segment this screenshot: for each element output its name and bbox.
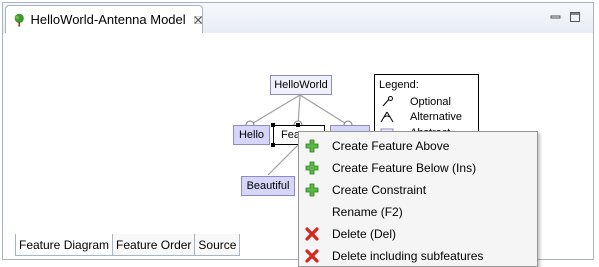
selection-handle[interactable] xyxy=(271,143,275,147)
feature-node-hello[interactable]: Hello xyxy=(233,125,270,145)
selection-handle[interactable] xyxy=(271,123,275,127)
editor-page-tabs: Feature Diagram Feature Order Source xyxy=(15,234,241,256)
menu-item-rename[interactable]: Rename (F2) xyxy=(299,201,537,223)
menu-item-delete-including-subfeatures[interactable]: Delete including subfeatures xyxy=(299,245,537,267)
menu-item-create-constraint[interactable]: Create Constraint xyxy=(299,179,537,201)
legend-row-alternative: Alternative xyxy=(380,111,462,123)
feature-label: Hello xyxy=(238,129,265,141)
menu-item-label: Create Feature Above xyxy=(332,139,450,153)
tab-feature-diagram[interactable]: Feature Diagram xyxy=(15,234,114,256)
menu-item-label: Delete including subfeatures xyxy=(332,249,484,263)
menu-item-delete[interactable]: Delete (Del) xyxy=(299,223,537,245)
tab-label: Feature Order xyxy=(116,237,192,252)
menu-item-label: Create Feature Below (Ins) xyxy=(332,161,477,175)
feature-label: Beautiful xyxy=(246,180,290,192)
menu-item-label: Create Constraint xyxy=(332,183,427,197)
plus-icon xyxy=(305,161,319,175)
menu-item-create-feature-below[interactable]: Create Feature Below (Ins) xyxy=(299,157,537,179)
feature-label: HelloWorld xyxy=(274,79,328,91)
feature-node-beautiful[interactable]: Beautiful xyxy=(241,176,295,196)
tab-source[interactable]: Source xyxy=(194,234,241,256)
menu-item-label: Delete (Del) xyxy=(332,227,397,241)
legend-row-optional: Optional xyxy=(380,96,451,108)
maximize-icon[interactable] xyxy=(569,11,581,23)
legend-title: Legend: xyxy=(379,79,419,91)
alternative-icon xyxy=(380,111,394,123)
menu-item-create-feature-above[interactable]: Create Feature Above xyxy=(299,135,537,157)
tab-label: Feature Diagram xyxy=(19,237,110,252)
close-icon[interactable] xyxy=(193,15,202,25)
tree-icon xyxy=(14,13,24,27)
delete-icon xyxy=(305,249,319,263)
delete-icon xyxy=(305,227,319,241)
editor-tab-title: HelloWorld-Antenna Model xyxy=(30,12,186,27)
plus-icon xyxy=(305,139,319,153)
legend-label: Alternative xyxy=(410,111,462,123)
minimize-icon[interactable] xyxy=(550,11,562,23)
tab-label: Source xyxy=(198,237,237,252)
selection-handle[interactable] xyxy=(296,123,300,127)
optional-icon xyxy=(382,96,393,107)
editor-tab[interactable]: HelloWorld-Antenna Model xyxy=(5,5,203,33)
plus-icon xyxy=(305,183,319,197)
feature-node-root[interactable]: HelloWorld xyxy=(270,75,332,95)
context-menu: Create Feature Above Create Feature Belo… xyxy=(298,131,538,267)
tab-feature-order[interactable]: Feature Order xyxy=(112,234,196,256)
menu-item-label: Rename (F2) xyxy=(332,205,403,219)
legend-label: Optional xyxy=(410,96,451,108)
editor-tabbar: HelloWorld-Antenna Model xyxy=(3,3,593,34)
